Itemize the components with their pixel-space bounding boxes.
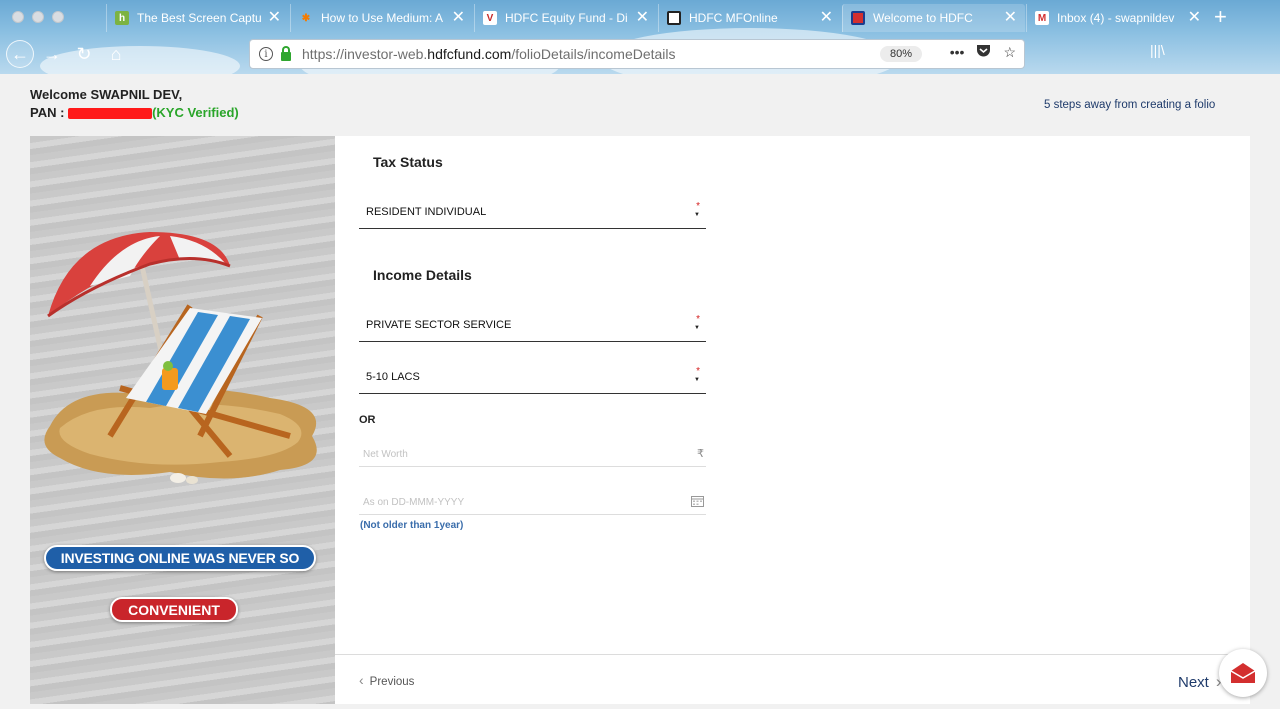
next-button[interactable]: Next › — [1178, 672, 1222, 692]
tab-title: How to Use Medium: A — [321, 11, 444, 25]
pan-line: PAN : (KYC Verified) — [30, 104, 239, 122]
welcome-text: Welcome SWAPNIL DEV, — [30, 87, 183, 102]
url-path: /folioDetails/incomeDetails — [511, 46, 676, 62]
previous-button[interactable]: ‹ Previous — [359, 672, 414, 688]
arrow-right-icon: → — [43, 43, 61, 64]
pocket-icon[interactable] — [976, 44, 991, 61]
pan-label: PAN : — [30, 105, 65, 120]
chevron-down-icon: ▼ — [694, 325, 700, 331]
envelope-icon — [1230, 663, 1256, 683]
dropdown-value: PRIVATE SECTOR SERVICE — [366, 319, 512, 331]
info-icon[interactable]: i — [259, 47, 273, 61]
gmail-icon: M — [1035, 11, 1049, 25]
tab-title: HDFC MFOnline — [689, 11, 778, 25]
back-button[interactable]: ← — [6, 40, 34, 68]
banner-text: INVESTING ONLINE WAS NEVER SO — [60, 550, 300, 566]
tab-title: Welcome to HDFC — [873, 11, 973, 25]
date-validity-note: (Not older than 1year) — [360, 520, 464, 531]
arrow-left-icon: ← — [11, 43, 29, 64]
input-placeholder: As on DD-MMM-YYYY — [363, 497, 465, 508]
net-worth-input[interactable]: Net Worth ₹ — [359, 445, 706, 467]
tab-close-icon[interactable]: ✕ — [1188, 10, 1201, 26]
reload-icon: ↻ — [76, 43, 92, 64]
tab-hdfc-equity[interactable]: V HDFC Equity Fund - Di ✕ — [474, 4, 657, 32]
zoom-indicator[interactable]: 80% — [880, 46, 923, 62]
tax-status-dropdown[interactable]: RESIDENT INDIVIDUAL * ▼ — [359, 201, 706, 229]
vr-icon: V — [483, 11, 497, 25]
occupation-dropdown[interactable]: PRIVATE SECTOR SERVICE * ▼ — [359, 314, 706, 342]
promo-illustration: INVESTING ONLINE WAS NEVER SO CONVENIENT — [30, 136, 335, 704]
calendar-icon[interactable] — [691, 495, 704, 510]
or-separator: OR — [359, 414, 376, 426]
steps-remaining: 5 steps away from creating a folio — [1044, 99, 1216, 111]
pan-redaction — [68, 108, 153, 120]
tab-gmail[interactable]: M Inbox (4) - swapnildev ✕ — [1026, 4, 1209, 32]
dropdown-value: 5-10 LACS — [366, 371, 420, 383]
tab-title: HDFC Equity Fund - Di — [505, 11, 628, 25]
next-label: Next — [1178, 674, 1209, 691]
new-tab-button[interactable]: + — [1214, 6, 1227, 28]
income-details-title: Income Details — [373, 267, 472, 283]
footer-divider — [335, 654, 1250, 655]
window-zoom-dot[interactable] — [52, 11, 64, 23]
hubspot-like-green-icon: h — [115, 11, 129, 25]
library-icon[interactable]: |||\ — [1150, 42, 1165, 58]
lock-icon — [281, 45, 291, 61]
required-asterisk: * — [696, 201, 700, 212]
tab-close-icon[interactable]: ✕ — [268, 10, 281, 26]
tab-welcome-hdfc[interactable]: Welcome to HDFC ✕ — [842, 4, 1025, 32]
tab-medium[interactable]: ✱ How to Use Medium: A ✕ — [290, 4, 473, 32]
address-bar[interactable]: i https://investor-web.hdfcfund.com/foli… — [249, 39, 1025, 69]
required-asterisk: * — [696, 366, 700, 377]
tab-bar: h The Best Screen Captu ✕ ✱ How to Use M… — [0, 0, 1280, 34]
chevron-down-icon: ▼ — [694, 212, 700, 218]
welcome-block: Welcome SWAPNIL DEV, PAN : (KYC Verified… — [30, 86, 239, 122]
browser-chrome: h The Best Screen Captu ✕ ✱ How to Use M… — [0, 0, 1280, 74]
window-close-dot[interactable] — [12, 11, 24, 23]
as-on-date-input[interactable]: As on DD-MMM-YYYY — [359, 493, 706, 515]
reload-button[interactable]: ↻ — [70, 40, 98, 68]
rupee-icon: ₹ — [697, 448, 704, 460]
hdfc-red-icon — [851, 11, 865, 25]
required-asterisk: * — [696, 314, 700, 325]
income-details-form: Tax Status RESIDENT INDIVIDUAL * ▼ Incom… — [335, 136, 1250, 704]
tab-hdfc-mfonline[interactable]: HDFC MFOnline ✕ — [658, 4, 841, 32]
tab-close-icon[interactable]: ✕ — [1004, 10, 1017, 26]
home-button[interactable]: ⌂ — [102, 40, 130, 68]
hdfc-square-icon — [667, 11, 681, 25]
page-actions-icon[interactable]: ••• — [950, 44, 965, 61]
tab-close-icon[interactable]: ✕ — [636, 10, 649, 26]
chevron-down-icon: ▼ — [694, 377, 700, 383]
nav-bar: ← → ↻ ⌂ i https://investor-web.hdfcfund.… — [0, 34, 1280, 74]
kyc-status: (KYC Verified) — [152, 105, 239, 120]
url-host: hdfcfund.com — [427, 46, 512, 62]
dropdown-value: RESIDENT INDIVIDUAL — [366, 206, 487, 218]
window-minimize-dot[interactable] — [32, 11, 44, 23]
previous-label: Previous — [369, 676, 415, 688]
chevron-left-icon: ‹ — [359, 672, 364, 688]
input-placeholder: Net Worth — [363, 449, 408, 460]
tab-title: Inbox (4) - swapnildev — [1057, 11, 1175, 25]
url-text[interactable]: https://investor-web.hdfcfund.com/folioD… — [302, 46, 676, 62]
banner-line-2: CONVENIENT — [110, 597, 238, 622]
banner-text: CONVENIENT — [128, 601, 220, 618]
forward-button[interactable]: → — [38, 40, 66, 68]
tax-status-title: Tax Status — [373, 154, 443, 170]
tab-screen-capture[interactable]: h The Best Screen Captu ✕ — [106, 4, 289, 32]
home-icon: ⌂ — [110, 43, 122, 64]
tab-close-icon[interactable]: ✕ — [820, 10, 833, 26]
url-scheme: https://investor-web. — [302, 46, 428, 62]
banner-line-1: INVESTING ONLINE WAS NEVER SO — [44, 545, 316, 571]
tab-title: The Best Screen Captu — [137, 11, 262, 25]
income-range-dropdown[interactable]: 5-10 LACS * ▼ — [359, 366, 706, 394]
chat-widget-button[interactable] — [1219, 649, 1267, 697]
orange-sprocket-icon: ✱ — [301, 12, 311, 24]
tab-close-icon[interactable]: ✕ — [452, 10, 465, 26]
bookmark-star-icon[interactable]: ☆ — [1003, 44, 1016, 61]
